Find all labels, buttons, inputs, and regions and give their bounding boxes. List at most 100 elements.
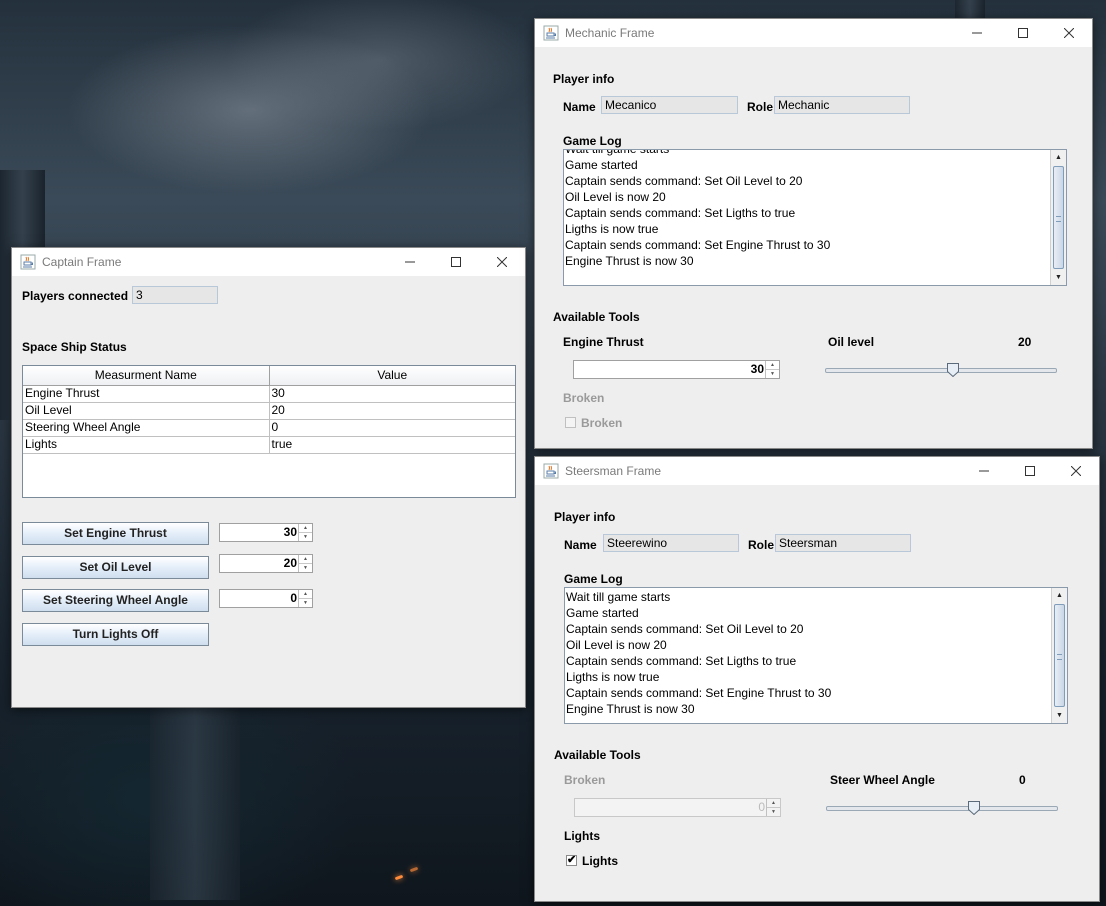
log-line: Captain sends command: Set Ligths to tru…: [566, 654, 797, 668]
game-log[interactable]: Wait till game starts Game started Capta…: [563, 149, 1067, 286]
game-log[interactable]: Wait till game starts Game started Capta…: [564, 587, 1068, 724]
spinner-down-icon[interactable]: ▼: [766, 370, 779, 378]
close-icon[interactable]: [1046, 19, 1092, 47]
captain-titlebar[interactable]: Captain Frame: [12, 248, 525, 276]
maximize-icon[interactable]: [1000, 19, 1046, 47]
engine-thrust-spinner[interactable]: 30 ▲ ▼: [573, 360, 780, 379]
log-line: Wait till game starts: [566, 590, 671, 604]
engine-thrust-label: Engine Thrust: [563, 335, 644, 349]
table-cell[interactable]: Oil Level: [23, 403, 270, 419]
java-cup-icon: [20, 254, 36, 270]
scroll-down-icon[interactable]: ▼: [1052, 708, 1067, 723]
spinner-down-icon[interactable]: ▼: [299, 599, 312, 607]
slider-thumb[interactable]: [947, 363, 959, 377]
scroll-thumb[interactable]: [1054, 604, 1065, 707]
column-header[interactable]: Value: [270, 366, 516, 385]
scroll-down-icon[interactable]: ▼: [1051, 270, 1066, 285]
log-scrollbar[interactable]: ▲ ▼: [1050, 150, 1066, 285]
spinner-up-icon[interactable]: ▲: [767, 799, 780, 808]
role-label: Role: [747, 100, 774, 114]
log-line: Engine Thrust is now 30: [566, 702, 695, 716]
java-cup-icon: [543, 463, 559, 479]
background-ember: [394, 874, 404, 881]
spinner-down-icon[interactable]: ▼: [767, 808, 780, 816]
engine-thrust-spinner[interactable]: 30 ▲ ▼: [219, 523, 313, 542]
log-line: Game started: [566, 606, 639, 620]
table-cell[interactable]: Lights: [23, 437, 270, 453]
slider-track[interactable]: [825, 368, 1057, 373]
broken-spinner[interactable]: 0 ▲ ▼: [574, 798, 781, 817]
steer-wheel-angle-value: 0: [1019, 773, 1026, 787]
log-line: Ligths is now true: [565, 222, 659, 236]
slider-thumb[interactable]: [968, 801, 980, 815]
log-line: Captain sends command: Set Oil Level to …: [566, 622, 804, 636]
oil-level-slider[interactable]: [825, 361, 1057, 381]
set-engine-thrust-button[interactable]: Set Engine Thrust: [22, 522, 209, 545]
scroll-thumb[interactable]: [1053, 166, 1064, 269]
maximize-icon[interactable]: [433, 248, 479, 276]
spinner-value[interactable]: 20: [222, 555, 297, 572]
spinner-value[interactable]: 30: [576, 361, 764, 378]
background-ember: [409, 866, 419, 873]
log-line: Oil Level is now 20: [565, 190, 666, 204]
broken-checkbox[interactable]: [565, 417, 576, 428]
mechanic-titlebar[interactable]: Mechanic Frame: [535, 19, 1092, 47]
spinner-value[interactable]: 30: [222, 524, 297, 541]
window-title: Captain Frame: [42, 255, 122, 269]
table-header: Measurment Name Value: [23, 366, 515, 386]
spinner-up-icon[interactable]: ▲: [299, 590, 312, 599]
available-tools-heading: Available Tools: [554, 748, 641, 762]
log-line: Captain sends command: Set Engine Thrust…: [566, 686, 832, 700]
steersman-window: Steersman Frame Player info Name Steerew…: [534, 456, 1100, 902]
minimize-icon[interactable]: [954, 19, 1000, 47]
log-scrollbar[interactable]: ▲ ▼: [1051, 588, 1067, 723]
log-line: Ligths is now true: [566, 670, 660, 684]
broken-checkbox-label: Broken: [581, 416, 623, 430]
table-cell[interactable]: Steering Wheel Angle: [23, 420, 270, 436]
close-icon[interactable]: [1053, 457, 1099, 485]
table-row[interactable]: Steering Wheel Angle 0: [23, 420, 515, 437]
spinner-down-icon[interactable]: ▼: [299, 533, 312, 541]
set-oil-level-button[interactable]: Set Oil Level: [22, 556, 209, 579]
set-steering-wheel-angle-button[interactable]: Set Steering Wheel Angle: [22, 589, 209, 612]
game-log-label: Game Log: [563, 134, 622, 148]
lights-checkbox[interactable]: ✔: [566, 855, 577, 866]
table-cell[interactable]: 30: [270, 386, 516, 402]
spinner-up-icon[interactable]: ▲: [299, 524, 312, 533]
table-cell[interactable]: 20: [270, 403, 516, 419]
spinner-down-icon[interactable]: ▼: [299, 564, 312, 572]
steer-wheel-angle-label: Steer Wheel Angle: [830, 773, 935, 787]
steer-wheel-angle-slider[interactable]: [826, 799, 1058, 819]
oil-level-label: Oil level: [828, 335, 875, 349]
status-table: Measurment Name Value Engine Thrust 30 O…: [22, 365, 516, 498]
role-label: Role: [748, 538, 775, 552]
game-log-label: Game Log: [564, 572, 623, 586]
minimize-icon[interactable]: [961, 457, 1007, 485]
column-header[interactable]: Measurment Name: [23, 366, 270, 385]
table-row[interactable]: Engine Thrust 30: [23, 386, 515, 403]
spinner-value[interactable]: 0: [222, 590, 297, 607]
table-cell[interactable]: Engine Thrust: [23, 386, 270, 402]
oil-level-spinner[interactable]: 20 ▲ ▼: [219, 554, 313, 573]
spinner-up-icon[interactable]: ▲: [766, 361, 779, 370]
close-icon[interactable]: [479, 248, 525, 276]
minimize-icon[interactable]: [387, 248, 433, 276]
steering-angle-spinner[interactable]: 0 ▲ ▼: [219, 589, 313, 608]
broken-heading: Broken: [563, 391, 605, 405]
slider-track[interactable]: [826, 806, 1058, 811]
table-cell[interactable]: true: [270, 437, 516, 453]
table-row[interactable]: Oil Level 20: [23, 403, 515, 420]
maximize-icon[interactable]: [1007, 457, 1053, 485]
steersman-titlebar[interactable]: Steersman Frame: [535, 457, 1099, 485]
role-field: Mechanic: [774, 96, 910, 114]
scroll-up-icon[interactable]: ▲: [1052, 588, 1067, 603]
space-ship-status-heading: Space Ship Status: [22, 340, 127, 354]
spinner-up-icon[interactable]: ▲: [299, 555, 312, 564]
spinner-value[interactable]: 0: [577, 799, 765, 816]
players-connected-label: Players connected: [22, 289, 129, 303]
turn-lights-off-button[interactable]: Turn Lights Off: [22, 623, 209, 646]
lights-checkbox-label: Lights: [582, 854, 618, 868]
table-row[interactable]: Lights true: [23, 437, 515, 454]
table-cell[interactable]: 0: [270, 420, 516, 436]
scroll-up-icon[interactable]: ▲: [1051, 150, 1066, 165]
